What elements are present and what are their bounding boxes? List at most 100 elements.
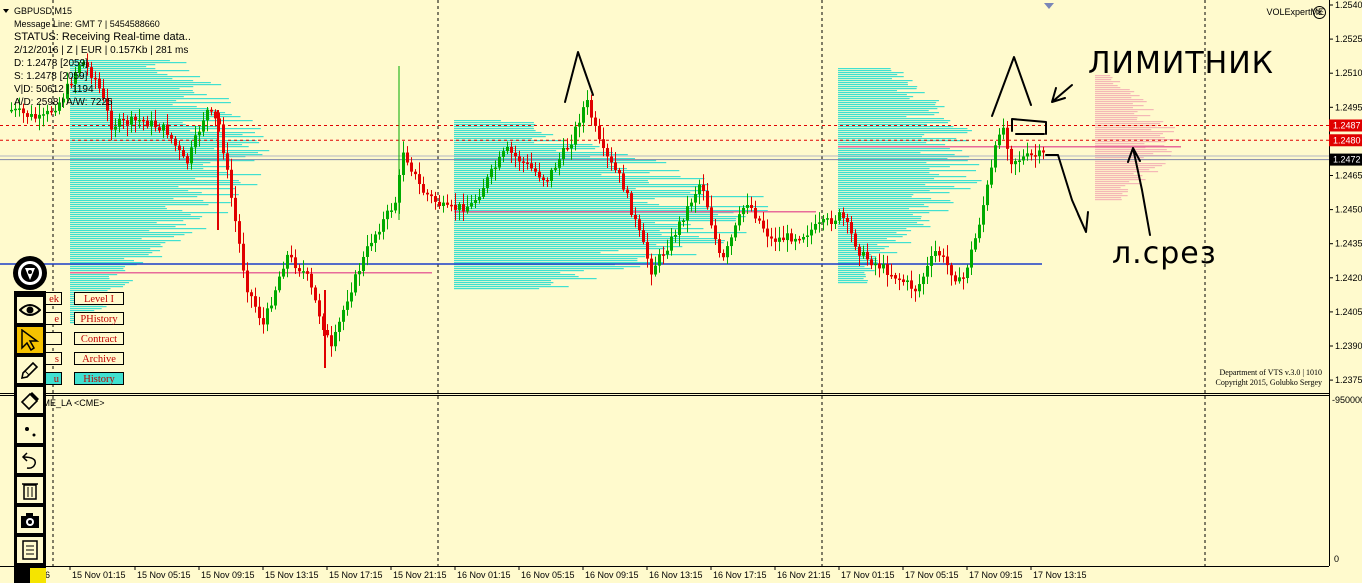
candle-body xyxy=(930,255,933,266)
candle-body xyxy=(890,274,893,277)
price-tick-label: 1.2450 xyxy=(1335,205,1362,215)
candle-body xyxy=(866,251,869,260)
profile-bar xyxy=(838,158,948,160)
candle-body xyxy=(710,207,713,226)
chart-area[interactable]: 1.2540 1.2525 1.2510 1.2495 1.2480 1.2465 1.24… xyxy=(0,0,1362,583)
profile-bar xyxy=(70,162,211,164)
candle-body xyxy=(974,238,977,250)
candle-body xyxy=(1030,153,1033,156)
profile-bar xyxy=(838,110,929,112)
arrow-down xyxy=(1045,154,1089,233)
profile-bar xyxy=(1095,85,1118,87)
candle-body xyxy=(574,126,577,145)
profile-bar xyxy=(454,234,662,236)
candle-body xyxy=(466,206,469,212)
time-axis[interactable]: 01615 Nov 01:1515 Nov 05:1515 Nov 09:151… xyxy=(34,566,1087,580)
candle-body xyxy=(678,221,681,235)
profile-bar xyxy=(70,134,243,136)
profile-bar xyxy=(454,284,551,286)
candle-body xyxy=(50,110,53,113)
app-logo-icon[interactable] xyxy=(13,256,47,290)
list-icon[interactable] xyxy=(17,537,43,563)
profile-bar xyxy=(70,268,124,270)
candle-body xyxy=(662,254,665,256)
candle-body xyxy=(278,276,281,291)
profile-bar xyxy=(454,274,576,276)
profile-bar xyxy=(454,232,747,234)
profile-bar xyxy=(838,126,954,128)
profile-bar xyxy=(838,116,907,118)
profile-bar xyxy=(1095,137,1165,139)
close-icon[interactable]: ✕ xyxy=(1313,6,1326,19)
candle-body xyxy=(618,169,621,174)
profile-bar xyxy=(70,196,198,198)
chart-shift-marker[interactable] xyxy=(1044,3,1054,9)
profile-bar xyxy=(454,170,680,172)
profile-bar xyxy=(1095,179,1146,181)
profile-bar xyxy=(454,224,691,226)
contract-button[interactable]: Contract xyxy=(74,332,124,345)
profile-bar xyxy=(838,228,907,230)
camera-icon[interactable] xyxy=(17,507,43,533)
candle-body xyxy=(518,156,521,162)
window-menu-icon[interactable] xyxy=(3,9,9,13)
trash-icon[interactable] xyxy=(17,477,43,503)
profile-bar xyxy=(70,164,204,166)
profile-bar xyxy=(838,198,932,200)
profile-bar xyxy=(1095,193,1123,195)
candle-body xyxy=(178,145,181,151)
limit-bracket xyxy=(1011,118,1047,135)
profile-bar xyxy=(838,132,968,134)
price-tick-label: 1.2375 xyxy=(1335,375,1362,385)
archive-button[interactable]: Archive xyxy=(74,352,124,365)
cursor-icon[interactable] xyxy=(17,327,43,353)
volume-axis-bottom: 0 xyxy=(1334,554,1339,564)
eye-icon[interactable] xyxy=(17,297,43,323)
candle-body xyxy=(198,131,201,136)
price-tick-label: 1.2525 xyxy=(1335,34,1362,44)
profile-bar xyxy=(1095,93,1131,95)
profile-bar xyxy=(70,218,200,220)
profile-bar xyxy=(838,192,950,194)
profile-bar xyxy=(70,190,189,192)
pencil-icon[interactable] xyxy=(17,357,43,383)
candle-body xyxy=(446,202,449,205)
candle-body xyxy=(538,171,541,178)
candle-body xyxy=(338,321,341,332)
profile-bar xyxy=(454,266,641,268)
price-tick-label: 1.2465 xyxy=(1335,171,1362,181)
profile-bar xyxy=(454,146,600,148)
candle-body xyxy=(614,162,617,170)
candle-body xyxy=(282,268,285,277)
phistory-button[interactable]: PHistory xyxy=(74,312,124,325)
candle-body xyxy=(426,192,429,195)
eraser-icon[interactable] xyxy=(17,387,43,413)
profile-bar xyxy=(1095,117,1138,119)
dots-icon[interactable] xyxy=(17,417,43,443)
candle-body xyxy=(906,280,909,283)
profile-bar xyxy=(70,250,161,252)
candle-body xyxy=(354,274,357,293)
level-i-button[interactable]: Level I xyxy=(74,292,124,305)
candle-body xyxy=(874,263,877,266)
history-button[interactable]: History xyxy=(74,372,124,385)
copyright-line-2: Copyright 2015, Golubko Sergey xyxy=(1215,378,1322,387)
profile-bar xyxy=(70,194,239,196)
candle-body xyxy=(734,225,737,238)
profile-bar xyxy=(454,238,718,240)
profile-bar xyxy=(838,118,944,120)
candle-body xyxy=(222,124,225,154)
candle-body xyxy=(630,193,633,215)
candle-body xyxy=(26,113,29,117)
candle-body xyxy=(562,147,565,160)
price-axis[interactable]: 1.2540 1.2525 1.2510 1.2495 1.2480 1.2465 1.24… xyxy=(1329,0,1362,564)
profile-bar xyxy=(838,130,972,132)
arrow-up-caret-2 xyxy=(991,56,1032,117)
candle-body xyxy=(482,187,485,197)
undo-icon[interactable] xyxy=(17,447,43,473)
profile-bar xyxy=(838,138,957,140)
aw-line: A/D: 2598 | A/W: 7225 xyxy=(14,97,113,108)
profile-bar xyxy=(70,246,163,248)
profile-bar xyxy=(70,172,228,174)
profile-bar xyxy=(838,84,908,86)
